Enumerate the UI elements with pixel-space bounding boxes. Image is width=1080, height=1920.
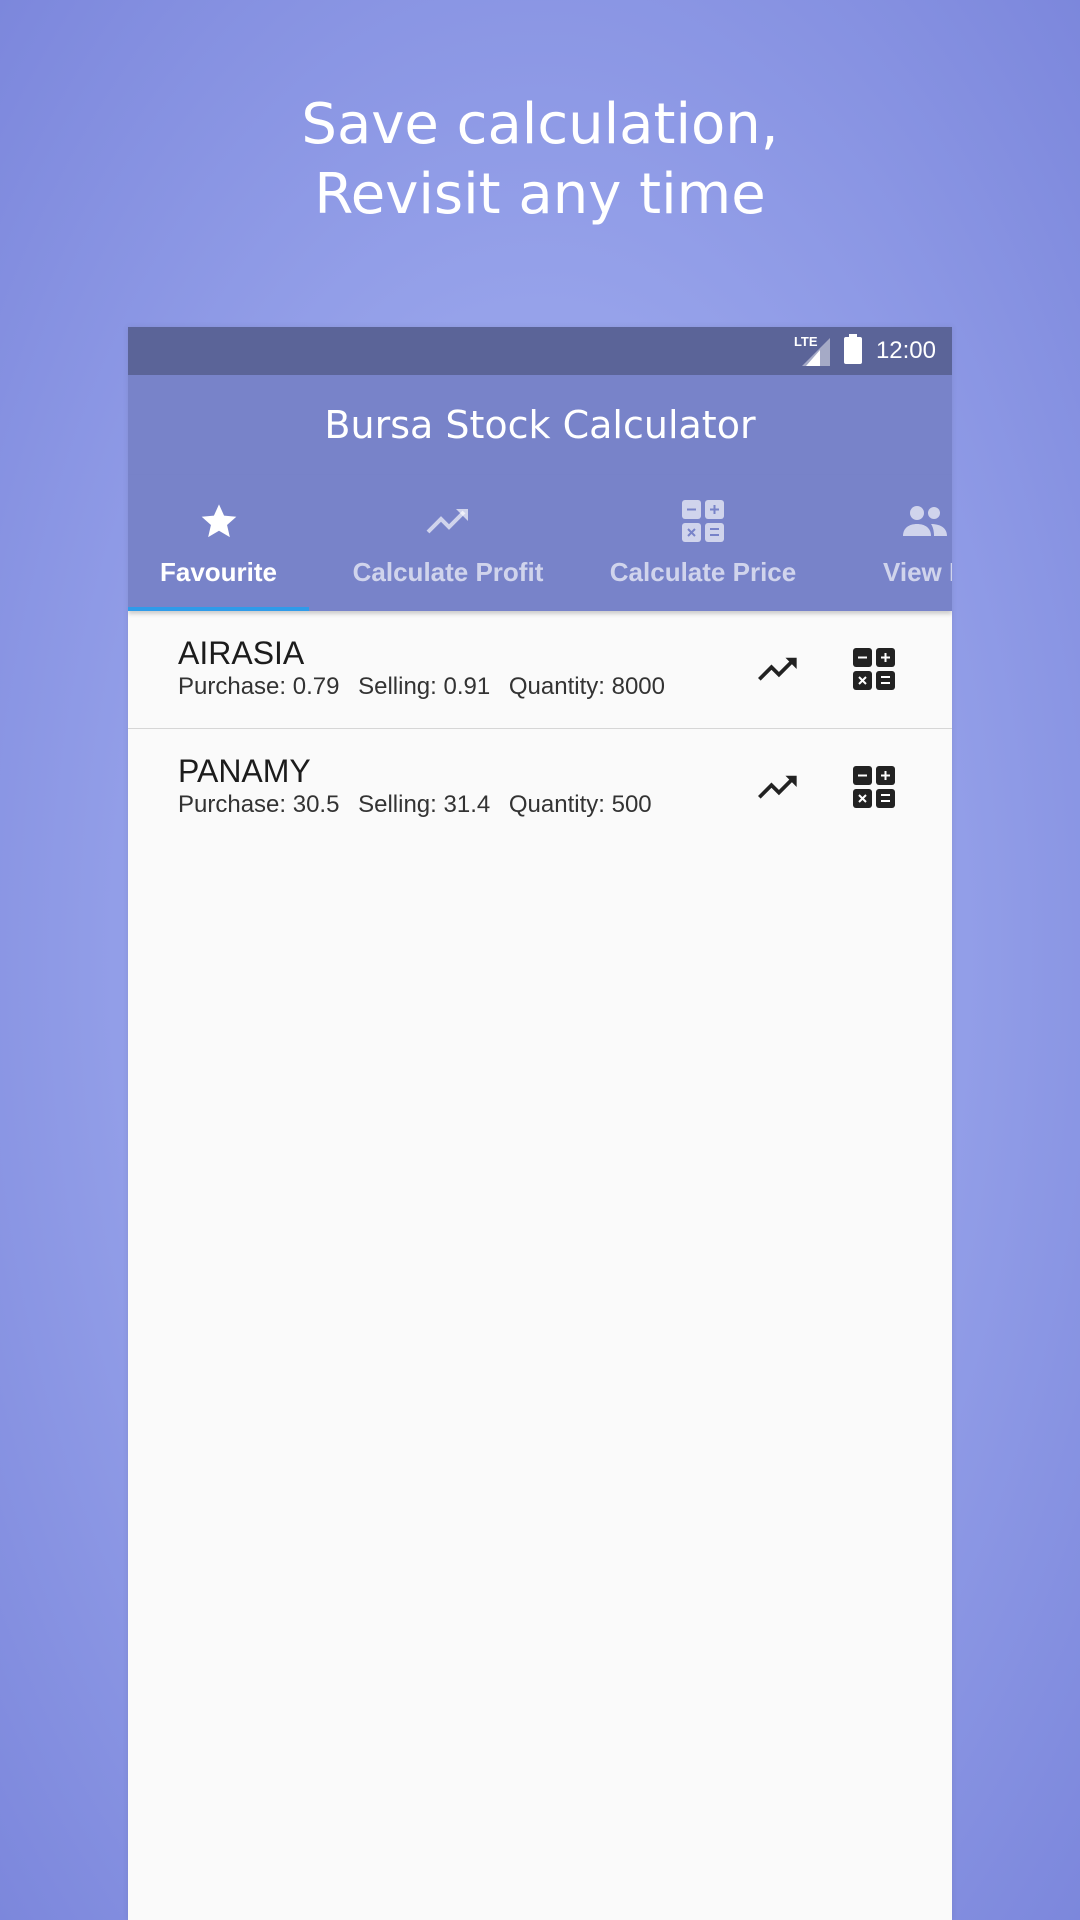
trending-up-icon xyxy=(426,499,470,543)
promo-line-2: Revisit any time xyxy=(314,162,766,227)
purchase-value: Purchase: 0.79 xyxy=(178,673,340,700)
tab-view-brokerage[interactable]: View Br xyxy=(845,475,952,611)
stock-name: AIRASIA xyxy=(178,635,305,671)
tab-favourite[interactable]: Favourite xyxy=(128,475,309,611)
quantity-value: Quantity: 500 xyxy=(508,791,652,818)
tab-calculate-price[interactable]: Calculate Price xyxy=(593,475,813,611)
stock-details: Purchase: 30.5 Selling: 31.4 Quantity: 5… xyxy=(178,791,664,819)
tab-calculate-profit[interactable]: Calculate Profit xyxy=(338,475,558,611)
calculator-icon xyxy=(682,499,724,543)
star-icon xyxy=(198,499,240,543)
promo-headline: Save calculation, Revisit any time xyxy=(0,90,1080,230)
app-bar: Bursa Stock Calculator xyxy=(128,375,952,475)
calculator-icon xyxy=(853,766,895,808)
status-bar: LTE 12:00 xyxy=(128,327,952,375)
quantity-value: Quantity: 8000 xyxy=(508,673,665,700)
calculate-profit-button[interactable] xyxy=(754,763,802,811)
selling-value: Selling: 0.91 xyxy=(358,673,491,700)
tab-bar: Favourite Calculate Profit Calculate Pri… xyxy=(128,475,952,611)
calculator-icon xyxy=(853,648,895,690)
tab-calculate-price-label: Calculate Price xyxy=(609,557,797,587)
phone-screen: LTE 12:00 Bursa Stock Calculator Favouri… xyxy=(128,327,952,1920)
stock-name: PANAMY xyxy=(178,753,311,789)
tab-view-brokerage-label: View Br xyxy=(883,557,952,587)
calculate-price-button[interactable] xyxy=(850,763,898,811)
trending-up-icon xyxy=(758,657,797,681)
tab-indicator xyxy=(128,607,309,611)
stock-details: Purchase: 0.79 Selling: 0.91 Quantity: 8… xyxy=(178,673,677,701)
lte-signal-icon: LTE xyxy=(794,334,830,366)
purchase-value: Purchase: 30.5 xyxy=(178,791,340,818)
calculate-price-button[interactable] xyxy=(850,645,898,693)
people-icon xyxy=(901,499,949,543)
promo-line-1: Save calculation, xyxy=(301,92,779,157)
battery-icon xyxy=(843,333,862,369)
status-time: 12:00 xyxy=(875,337,936,364)
list-item[interactable]: PANAMY Purchase: 30.5 Selling: 31.4 Quan… xyxy=(128,729,952,846)
favourite-list: AIRASIA Purchase: 0.79 Selling: 0.91 Qua… xyxy=(128,611,952,846)
selling-value: Selling: 31.4 xyxy=(358,791,491,818)
status-icons: LTE 12:00 xyxy=(794,327,936,375)
app-title: Bursa Stock Calculator xyxy=(324,403,756,447)
list-item[interactable]: AIRASIA Purchase: 0.79 Selling: 0.91 Qua… xyxy=(128,611,952,729)
calculate-profit-button[interactable] xyxy=(754,645,802,693)
tab-calculate-profit-label: Calculate Profit xyxy=(352,557,544,587)
trending-up-icon xyxy=(758,775,797,799)
tab-favourite-label: Favourite xyxy=(159,557,278,587)
